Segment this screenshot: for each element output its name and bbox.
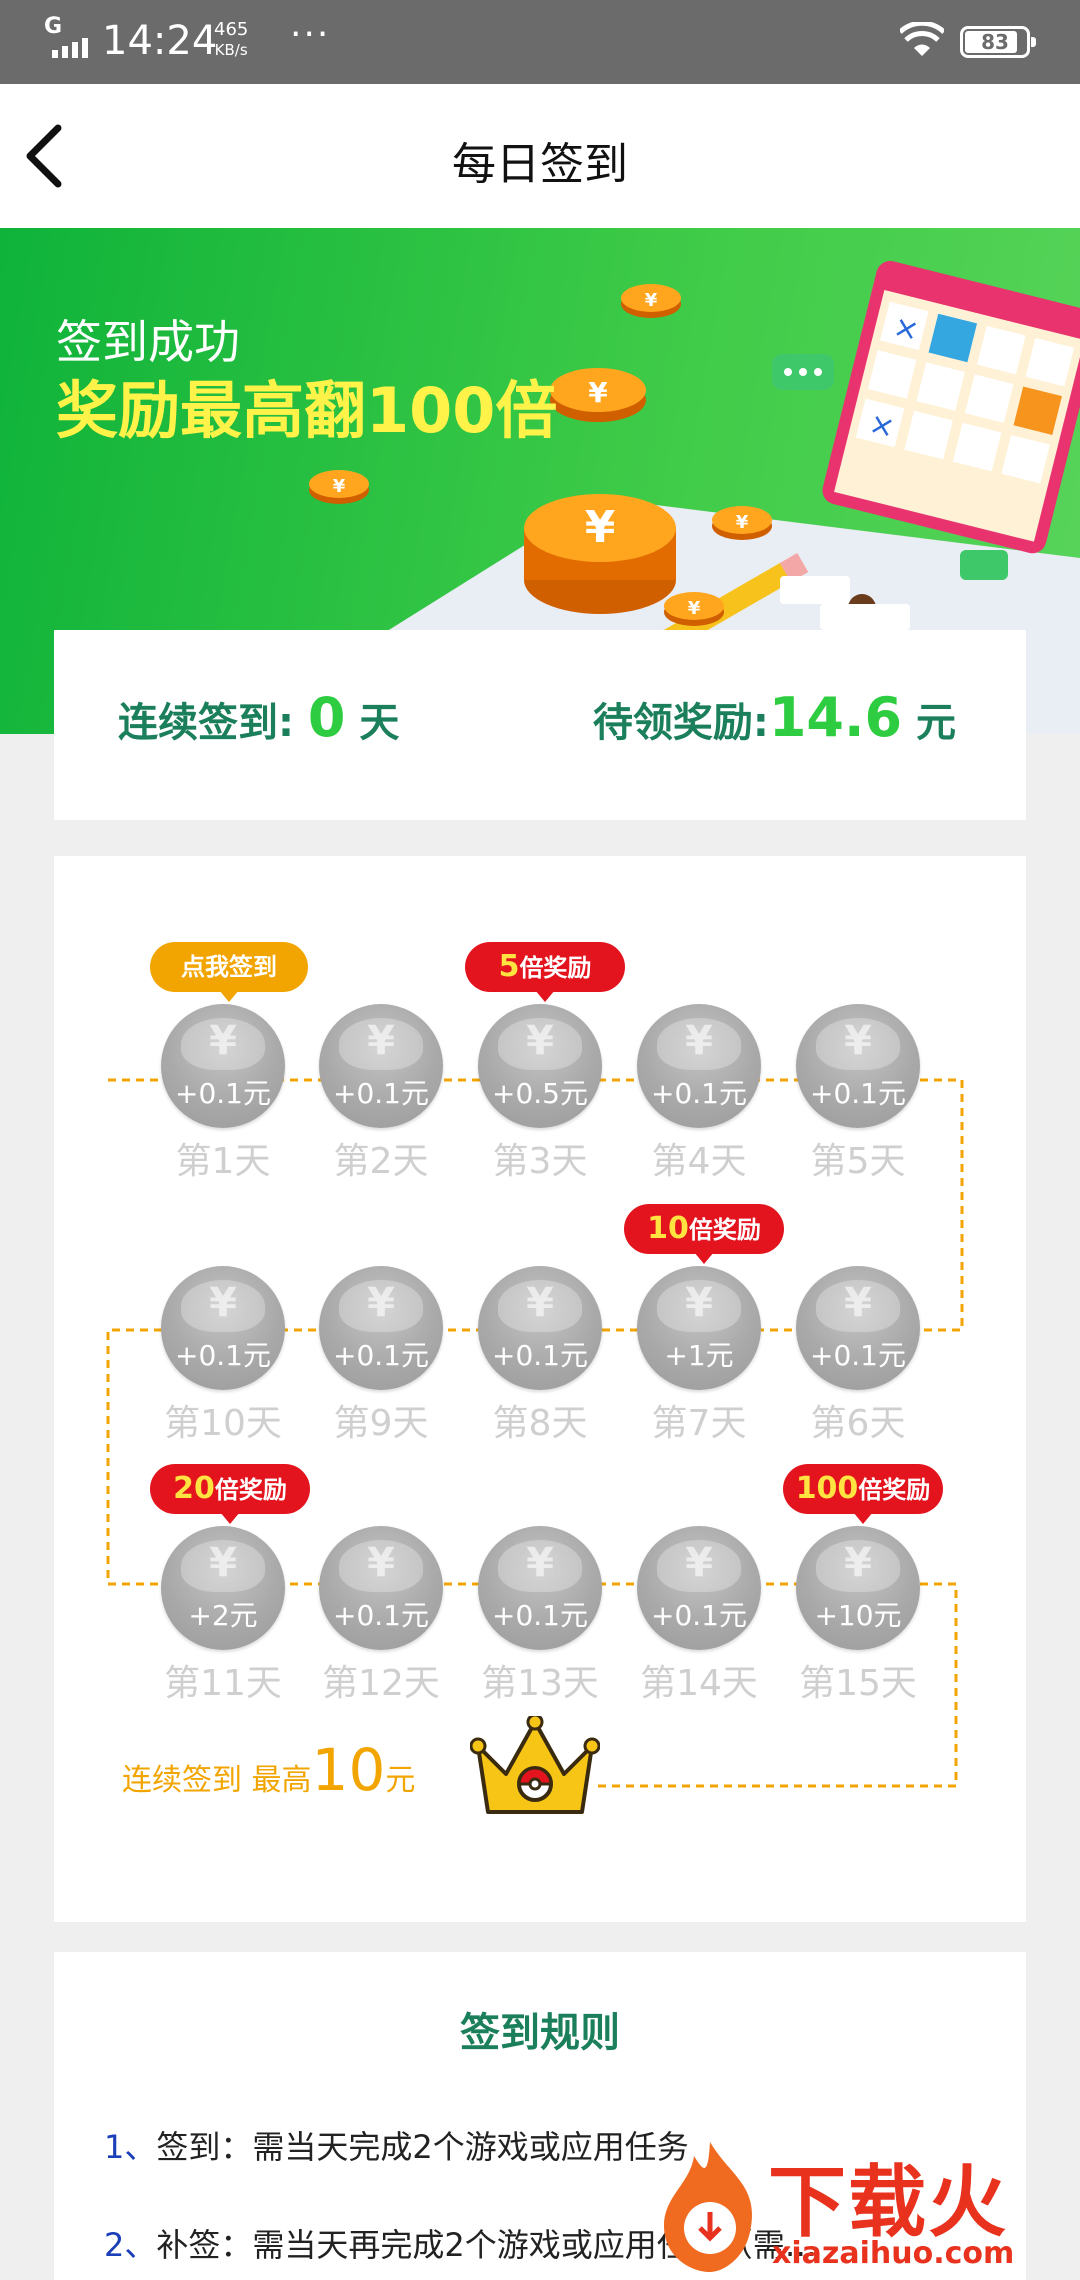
day-3[interactable]: ¥ +0.5元 第3天 bbox=[475, 1004, 605, 1184]
day-12[interactable]: ¥ +0.1元 第12天 bbox=[316, 1526, 446, 1706]
pending-reward-amount: 14.6 bbox=[768, 686, 903, 749]
day-15[interactable]: ¥ +10元 第15天 bbox=[793, 1526, 923, 1706]
svg-text:¥: ¥ bbox=[585, 502, 616, 553]
bonus-badge-5x: 5倍奖励 bbox=[465, 942, 625, 1002]
battery-level: 83 bbox=[981, 30, 1009, 54]
watermark-url: xiazaihuo.com bbox=[772, 2236, 1015, 2271]
coin-icon: ¥ +0.1元 bbox=[796, 1004, 920, 1128]
network-type: G bbox=[44, 14, 63, 39]
coin-icon: ¥ +10元 bbox=[796, 1526, 920, 1650]
coin-icon: ¥ +0.1元 bbox=[319, 1526, 443, 1650]
network-speed: 465 KB/s bbox=[214, 19, 249, 60]
streak-max-reward: 连续签到 最高10元 bbox=[122, 1736, 416, 1804]
streak-count: 0 bbox=[307, 686, 346, 749]
page-title: 每日签到 bbox=[452, 139, 628, 190]
svg-text:¥: ¥ bbox=[736, 512, 749, 533]
rule-item: 1、签到：需当天完成2个游戏或应用任务 bbox=[104, 2128, 689, 2166]
day-8[interactable]: ¥ +0.1元 第8天 bbox=[475, 1266, 605, 1446]
banner-headline: 奖励最高翻100倍 bbox=[56, 374, 558, 447]
streak-summary: 连续签到: 0 天 bbox=[118, 686, 400, 749]
summary-card: 连续签到: 0 天 待领奖励:14.6 元 bbox=[54, 630, 1026, 820]
coin-icon: ¥ +0.1元 bbox=[319, 1266, 443, 1390]
svg-text:¥: ¥ bbox=[333, 476, 346, 497]
svg-text:¥: ¥ bbox=[688, 598, 701, 619]
bonus-badge-10x: 10倍奖励 bbox=[624, 1204, 784, 1264]
coin-icon: ¥ +0.1元 bbox=[637, 1526, 761, 1650]
coin-icon: ¥ +1元 bbox=[637, 1266, 761, 1390]
flame-logo-icon bbox=[664, 2142, 752, 2272]
coin-icon: ¥ +0.1元 bbox=[161, 1004, 285, 1128]
coin-icon: ¥ +0.5元 bbox=[478, 1004, 602, 1128]
wifi-icon bbox=[900, 22, 944, 56]
coin-icon: ¥ +0.1元 bbox=[319, 1004, 443, 1128]
crown-icon bbox=[470, 1716, 600, 1814]
svg-text:¥: ¥ bbox=[588, 376, 608, 409]
day-5[interactable]: ¥ +0.1元 第5天 bbox=[793, 1004, 923, 1184]
day-9[interactable]: ¥ +0.1元 第9天 bbox=[316, 1266, 446, 1446]
signal-icon bbox=[52, 38, 88, 58]
pending-reward-summary: 待领奖励:14.6 元 bbox=[592, 686, 956, 749]
bonus-badge-20x: 20倍奖励 bbox=[150, 1464, 310, 1524]
nav-header: 每日签到 bbox=[0, 84, 1080, 228]
coin-icon: ¥ +0.1元 bbox=[637, 1004, 761, 1128]
rules-title: 签到规则 bbox=[460, 2010, 620, 2056]
battery-icon: 83 bbox=[960, 26, 1036, 58]
day-2[interactable]: ¥ +0.1元 第2天 bbox=[316, 1004, 446, 1184]
sign-in-button[interactable]: 点我签到 bbox=[150, 942, 308, 1002]
day-11[interactable]: ¥ +2元 第11天 bbox=[158, 1526, 288, 1706]
day-10[interactable]: ¥ +0.1元 第10天 bbox=[158, 1266, 288, 1446]
day-13[interactable]: ¥ +0.1元 第13天 bbox=[475, 1526, 605, 1706]
day-14[interactable]: ¥ +0.1元 第14天 bbox=[634, 1526, 764, 1706]
more-notifications-icon: ··· bbox=[290, 14, 331, 55]
coin-icon: ¥ +0.1元 bbox=[478, 1526, 602, 1650]
clock: 14:24 bbox=[102, 18, 218, 64]
status-bar: G 14:24 465 KB/s ··· 83 bbox=[0, 0, 1080, 84]
watermark: 下载火 xiazaihuo.com bbox=[640, 2136, 1080, 2280]
bonus-badge-100x: 100倍奖励 bbox=[783, 1464, 943, 1524]
checkin-calendar: ¥ +0.1元 第1天 ¥ +0.1元 第2天 ¥ +0.5元 第3天 ¥ +0.1元 … bbox=[54, 856, 1026, 1922]
coin-icon: ¥ +0.1元 bbox=[796, 1266, 920, 1390]
day-4[interactable]: ¥ +0.1元 第4天 bbox=[634, 1004, 764, 1184]
day-6[interactable]: ¥ +0.1元 第6天 bbox=[793, 1266, 923, 1446]
day-7[interactable]: ¥ +1元 第7天 bbox=[634, 1266, 764, 1446]
coin-icon: ¥ +0.1元 bbox=[161, 1266, 285, 1390]
day-1[interactable]: ¥ +0.1元 第1天 bbox=[158, 1004, 288, 1184]
svg-text:¥: ¥ bbox=[645, 290, 658, 311]
coin-icon: ¥ +2元 bbox=[161, 1526, 285, 1650]
coin-icon: ¥ +0.1元 bbox=[478, 1266, 602, 1390]
